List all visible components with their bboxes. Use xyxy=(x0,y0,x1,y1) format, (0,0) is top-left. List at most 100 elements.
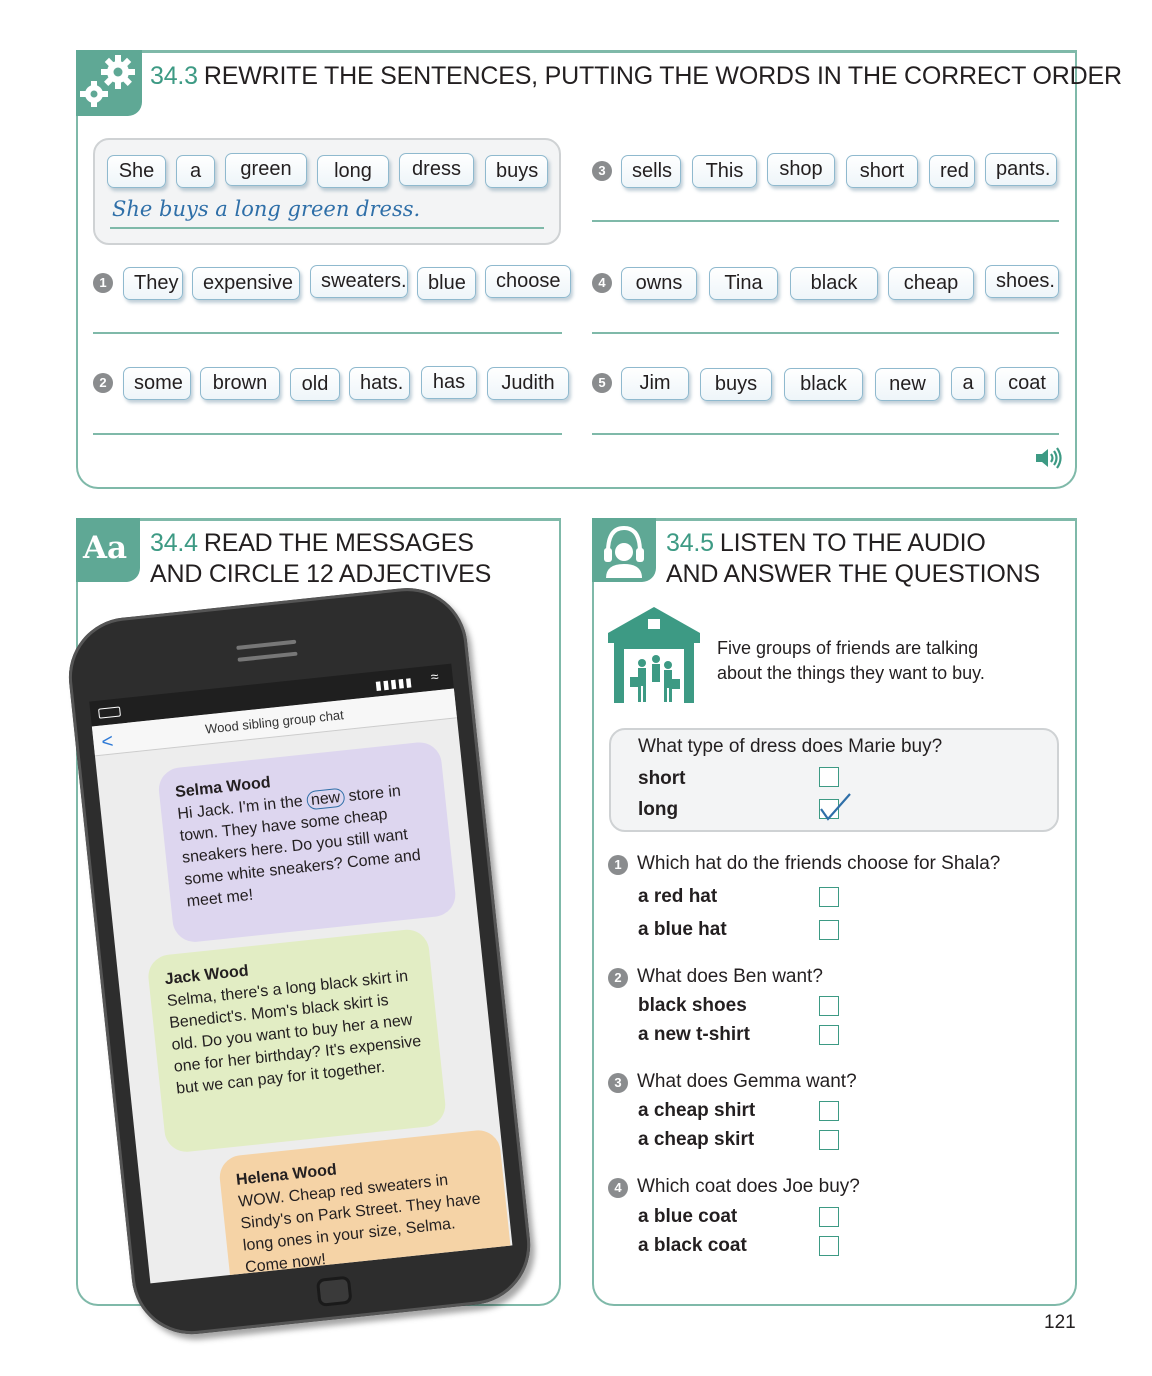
phone-screen: < Wood sibling group chat Selma Wood Hi … xyxy=(91,688,513,1284)
exercise-number: 34.4 xyxy=(150,529,198,557)
exercise-34-3-heading: 34.3 REWRITE THE SENTENCES, PUTTING THE W… xyxy=(150,61,1122,92)
question-number-1: 1 xyxy=(608,855,628,875)
question-text: Which coat does Joe buy? xyxy=(637,1176,860,1197)
exercise-34-4-tab: Aa xyxy=(76,518,140,582)
answer-option: a red hat xyxy=(638,886,718,907)
word-tile[interactable]: They xyxy=(123,267,183,300)
answer-option: a cheap skirt xyxy=(638,1129,755,1150)
word-tile[interactable]: Jim xyxy=(621,367,689,400)
answer-checkbox[interactable] xyxy=(819,887,839,907)
gears-icon xyxy=(80,55,135,107)
answer-checkbox[interactable] xyxy=(819,1101,839,1121)
intro-text: Five groups of friends are talking about… xyxy=(717,638,985,683)
item-number-5: 5 xyxy=(592,373,612,393)
answer-line xyxy=(93,332,562,334)
word-tile[interactable]: sweaters. xyxy=(310,265,408,298)
word-tile[interactable]: pants. xyxy=(985,153,1057,186)
word-tile[interactable]: short xyxy=(846,155,918,188)
question-text: What type of dress does Marie buy? xyxy=(638,736,943,757)
item-number-1: 1 xyxy=(93,273,113,293)
item-number-4: 4 xyxy=(592,273,612,293)
answer-checkbox[interactable] xyxy=(819,767,839,787)
answer-checkbox[interactable] xyxy=(819,920,839,940)
word-tile[interactable]: blue xyxy=(417,267,476,300)
back-chevron-icon[interactable]: < xyxy=(100,726,115,757)
answer-option: black shoes xyxy=(638,995,747,1016)
question-text: What does Gemma want? xyxy=(637,1071,857,1092)
exercise-title: REWRITE THE SENTENCES, PUTTING THE WORDS… xyxy=(203,62,1122,90)
example-answer: She buys a long green dress. xyxy=(112,197,421,221)
word-tile[interactable]: green xyxy=(225,153,307,186)
word-tile[interactable]: brown xyxy=(200,367,280,400)
question-number-2: 2 xyxy=(608,968,628,988)
signal-icon: ▮▮▮▮▮ xyxy=(374,674,414,693)
exercise-34-3-tab xyxy=(76,50,142,116)
answer-option: a blue hat xyxy=(638,919,727,940)
word-tile[interactable]: sells xyxy=(621,155,681,188)
exercise-34-5-tab xyxy=(592,518,656,582)
word-tile[interactable]: cheap xyxy=(888,267,974,300)
word-tile[interactable]: new xyxy=(875,368,940,401)
exercise-34-4-heading: 34.4 READ THE MESSAGES AND CIRCLE 12 ADJE… xyxy=(150,528,491,590)
message-bubble-selma: Selma Wood Hi Jack. I'm in the new store… xyxy=(156,740,458,944)
answer-option: a new t-shirt xyxy=(638,1024,750,1045)
adjective-icon: Aa xyxy=(83,530,128,566)
word-tile[interactable]: a xyxy=(176,155,215,188)
word-tile[interactable]: choose xyxy=(485,265,571,298)
word-tile[interactable]: old xyxy=(290,368,340,401)
word-tile[interactable]: expensive xyxy=(192,267,300,300)
chat-title: Wood sibling group chat xyxy=(204,707,345,737)
answer-checkbox[interactable] xyxy=(819,1130,839,1150)
word-tile[interactable]: black xyxy=(784,368,863,401)
exercise-title-line1: READ THE MESSAGES xyxy=(203,529,474,557)
word-tile[interactable]: buys xyxy=(700,368,772,401)
message-bubble-jack: Jack Wood Selma, there's a long black sk… xyxy=(146,927,448,1154)
word-tile[interactable]: owns xyxy=(621,267,697,300)
circled-adjective: new xyxy=(306,787,346,811)
item-number-2: 2 xyxy=(93,373,113,393)
question-number-3: 3 xyxy=(608,1073,628,1093)
word-tile[interactable]: some xyxy=(123,367,191,400)
word-tile[interactable]: long xyxy=(317,155,389,188)
answer-checkbox[interactable] xyxy=(819,1207,839,1227)
answer-checkbox[interactable] xyxy=(819,996,839,1016)
word-tile[interactable]: a xyxy=(951,367,985,400)
word-tile[interactable]: coat xyxy=(995,367,1059,400)
word-tile[interactable]: Tina xyxy=(709,267,778,300)
battery-icon xyxy=(98,706,121,719)
word-tile[interactable]: shop xyxy=(767,153,835,186)
answer-checkbox[interactable] xyxy=(819,1236,839,1256)
word-tile[interactable]: This xyxy=(692,155,757,188)
wifi-icon: ≈ xyxy=(430,668,440,685)
question-number-4: 4 xyxy=(608,1178,628,1198)
word-tile[interactable]: red xyxy=(929,155,975,188)
headphones-icon xyxy=(604,525,644,578)
answer-option: a black coat xyxy=(638,1235,747,1256)
smartphone: ▮▮▮▮▮ ≈ < Wood sibling group chat Selma … xyxy=(62,580,557,1350)
message-text: Selma, there's a long black skirt in Ben… xyxy=(166,967,423,1098)
word-tile[interactable]: She xyxy=(107,155,166,188)
answer-option: long xyxy=(638,799,679,820)
exercise-number: 34.5 xyxy=(666,529,714,557)
answer-checkbox[interactable] xyxy=(819,1025,839,1045)
answer-option: a cheap shirt xyxy=(638,1100,756,1121)
speaker-icon[interactable] xyxy=(1034,446,1062,470)
word-tile[interactable]: black xyxy=(790,267,878,300)
answer-line xyxy=(93,433,562,435)
page-number: 121 xyxy=(1044,1312,1076,1333)
exercise-34-5-heading: 34.5 LISTEN TO THE AUDIO AND ANSWER THE Q… xyxy=(666,528,1040,590)
checkmark-icon xyxy=(820,793,851,821)
item-number-3: 3 xyxy=(592,161,612,181)
word-tile[interactable]: hats. xyxy=(349,367,410,400)
answer-option: a blue coat xyxy=(638,1206,738,1227)
exercise-title-line1: LISTEN TO THE AUDIO xyxy=(719,529,986,557)
answer-line xyxy=(592,433,1059,435)
word-tile[interactable]: shoes. xyxy=(985,265,1059,298)
answer-line xyxy=(110,227,544,229)
exercise-number: 34.3 xyxy=(150,62,198,90)
word-tile[interactable]: buys xyxy=(485,155,548,188)
home-button[interactable] xyxy=(315,1275,353,1307)
word-tile[interactable]: Judith xyxy=(487,367,569,400)
word-tile[interactable]: dress xyxy=(399,153,474,186)
word-tile[interactable]: has xyxy=(421,366,477,399)
